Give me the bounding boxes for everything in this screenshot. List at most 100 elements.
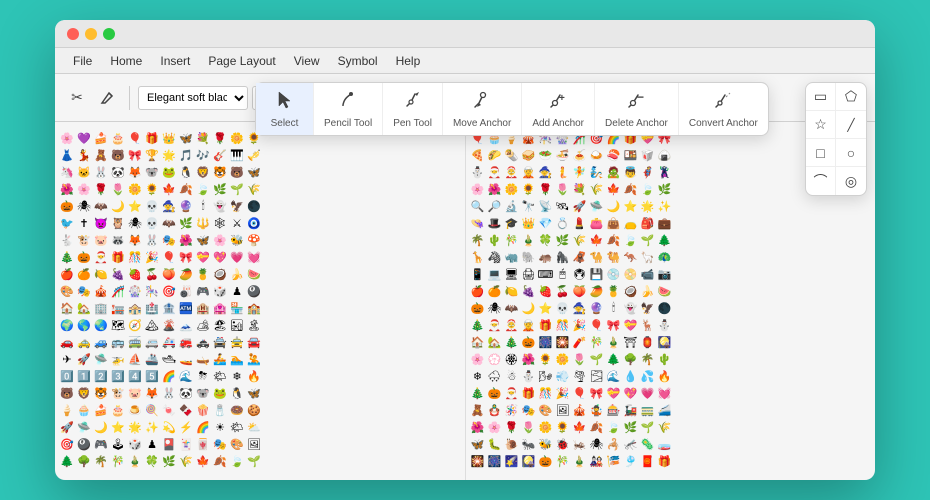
emoji-cell[interactable]: 🎯 <box>59 436 75 452</box>
emoji-cell[interactable]: 🏕 <box>195 317 211 333</box>
emoji-cell[interactable]: ⛈ <box>195 368 211 384</box>
emoji-cell[interactable]: 🍉 <box>657 283 673 299</box>
emoji-cell[interactable]: 🎁 <box>110 249 126 265</box>
rect-tool[interactable]: ▭ <box>806 83 836 111</box>
emoji-cell[interactable]: 🌷 <box>572 351 588 367</box>
emoji-cell[interactable]: 🌵 <box>487 232 503 248</box>
emoji-cell[interactable]: 🌾 <box>589 181 605 197</box>
emoji-cell[interactable]: 🏤 <box>127 300 143 316</box>
emoji-cell[interactable]: ❄ <box>229 368 245 384</box>
emoji-cell[interactable]: 🥥 <box>212 266 228 282</box>
emoji-cell[interactable]: 🌿 <box>161 453 177 469</box>
emoji-cell[interactable]: 🐰 <box>161 385 177 401</box>
menu-home[interactable]: Home <box>102 51 150 71</box>
emoji-cell[interactable]: 🎅 <box>93 249 109 265</box>
emoji-cell[interactable]: 🍀 <box>538 232 554 248</box>
emoji-cell[interactable]: 🌺 <box>178 232 194 248</box>
emoji-cell[interactable]: 🏣 <box>110 300 126 316</box>
emoji-cell[interactable]: 🍕 <box>470 147 486 163</box>
emoji-cell[interactable]: 🌼 <box>555 351 571 367</box>
emoji-cell[interactable]: 🐯 <box>212 164 228 180</box>
emoji-cell[interactable]: 🌟 <box>127 419 143 435</box>
emoji-cell[interactable]: 🦁 <box>195 164 211 180</box>
emoji-cell[interactable]: 🍂 <box>178 181 194 197</box>
emoji-cell[interactable]: 🌲 <box>59 453 75 469</box>
emoji-cell[interactable]: 🎆 <box>538 334 554 350</box>
emoji-cell[interactable]: 🍱 <box>623 147 639 163</box>
emoji-cell[interactable]: ⭐ <box>110 419 126 435</box>
emoji-cell[interactable]: 🌱 <box>246 453 262 469</box>
emoji-cell[interactable]: 🎄 <box>470 385 486 401</box>
emoji-cell[interactable]: 🍎 <box>470 283 486 299</box>
emoji-cell[interactable]: 🎃 <box>487 385 503 401</box>
emoji-cell[interactable]: 🔭 <box>521 198 537 214</box>
emoji-cell[interactable]: 🦙 <box>640 249 656 265</box>
emoji-cell[interactable]: 🐸 <box>212 385 228 401</box>
emoji-cell[interactable]: 🍛 <box>589 147 605 163</box>
emoji-cell[interactable]: 🔮 <box>178 198 194 214</box>
emoji-cell[interactable]: 🌍 <box>59 317 75 333</box>
emoji-cell[interactable]: 👜 <box>606 215 622 231</box>
emoji-cell[interactable]: 👼 <box>623 164 639 180</box>
emoji-cell[interactable]: 🏪 <box>229 300 245 316</box>
emoji-cell[interactable]: 🦉 <box>110 215 126 231</box>
emoji-cell[interactable]: 🎰 <box>606 402 622 418</box>
emoji-cell[interactable]: 🌹 <box>93 181 109 197</box>
emoji-cell[interactable]: ⛵ <box>127 351 143 367</box>
emoji-cell[interactable]: 🤶 <box>504 164 520 180</box>
emoji-cell[interactable]: 🏦 <box>161 300 177 316</box>
emoji-cell[interactable]: 🌿 <box>657 181 673 197</box>
emoji-cell[interactable]: 🧜 <box>555 164 571 180</box>
format-button[interactable] <box>93 84 121 112</box>
emoji-cell[interactable]: 🔱 <box>195 215 211 231</box>
emoji-cell[interactable]: 🌿 <box>555 232 571 248</box>
emoji-cell[interactable]: 🏠 <box>470 334 486 350</box>
emoji-cell[interactable]: 🐮 <box>110 385 126 401</box>
move-anchor-tool[interactable]: Move Anchor <box>443 83 522 135</box>
emoji-cell[interactable]: 🦠 <box>640 436 656 452</box>
emoji-cell[interactable]: 🍰 <box>93 130 109 146</box>
emoji-cell[interactable]: 🎃 <box>470 300 486 316</box>
emoji-cell[interactable]: 👑 <box>161 130 177 146</box>
emoji-cell[interactable]: 🪅 <box>504 402 520 418</box>
emoji-cell[interactable]: 🐨 <box>144 164 160 180</box>
emoji-cell[interactable]: 🍄 <box>246 232 262 248</box>
emoji-cell[interactable]: 🎳 <box>178 283 194 299</box>
emoji-cell[interactable]: 🎺 <box>246 147 262 163</box>
emoji-cell[interactable]: 🌋 <box>161 317 177 333</box>
emoji-cell[interactable]: 🔥 <box>246 368 262 384</box>
emoji-cell[interactable]: 🧙 <box>161 198 177 214</box>
emoji-cell[interactable]: 🍌 <box>640 283 656 299</box>
emoji-cell[interactable]: 🎵 <box>178 147 194 163</box>
emoji-cell[interactable]: 🎮 <box>195 283 211 299</box>
emoji-cell[interactable]: ☀ <box>212 419 228 435</box>
emoji-cell[interactable]: 🦋 <box>246 164 262 180</box>
emoji-cell[interactable]: 🦗 <box>572 436 588 452</box>
emoji-cell[interactable]: 🍭 <box>144 402 160 418</box>
emoji-cell[interactable]: 🐼 <box>178 385 194 401</box>
emoji-cell[interactable]: 🌷 <box>521 419 537 435</box>
emoji-cell[interactable]: 🎉 <box>572 317 588 333</box>
emoji-cell[interactable]: 🌸 <box>212 232 228 248</box>
emoji-cell[interactable]: 🦅 <box>640 300 656 316</box>
emoji-cell[interactable]: 🍍 <box>195 266 211 282</box>
emoji-cell[interactable]: 🧚 <box>572 164 588 180</box>
emoji-cell[interactable]: 🌑 <box>246 198 262 214</box>
emoji-cell[interactable]: 📹 <box>640 266 656 282</box>
emoji-cell[interactable]: 🏖 <box>212 317 228 333</box>
emoji-cell[interactable]: 🧞 <box>589 164 605 180</box>
emoji-cell[interactable]: 🧁 <box>76 402 92 418</box>
emoji-cell[interactable]: 🧿 <box>246 215 262 231</box>
emoji-cell[interactable]: 0️⃣ <box>59 368 75 384</box>
minimize-button[interactable] <box>85 28 97 40</box>
emoji-cell[interactable]: 🌸 <box>76 181 92 197</box>
emoji-cell[interactable]: 🏝 <box>246 317 262 333</box>
emoji-cell[interactable]: 🎪 <box>93 283 109 299</box>
emoji-cell[interactable]: 🍌 <box>229 266 245 282</box>
emoji-cell[interactable]: 💨 <box>555 368 571 384</box>
emoji-cell[interactable]: 🏔 <box>144 317 160 333</box>
emoji-cell[interactable]: 🦊 <box>127 164 143 180</box>
emoji-cell[interactable]: 💀 <box>555 300 571 316</box>
emoji-cell[interactable]: 🎋 <box>504 232 520 248</box>
emoji-cell[interactable]: 🥥 <box>623 283 639 299</box>
